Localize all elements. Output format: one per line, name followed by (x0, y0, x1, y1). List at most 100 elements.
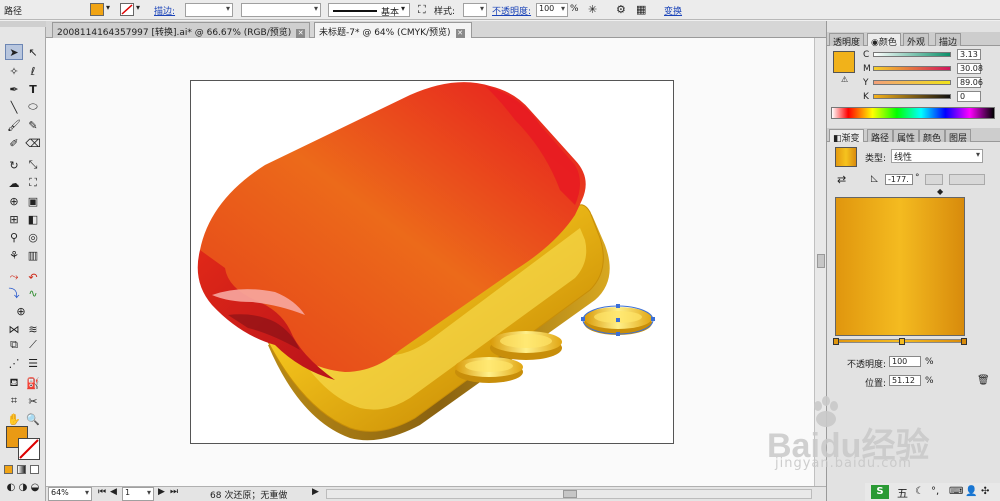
globe-tool-icon[interactable]: ⊕ (12, 303, 30, 319)
gradient-tool-icon[interactable]: ◧ (24, 211, 42, 227)
shape-builder-tool-icon[interactable]: ⊕ (5, 193, 23, 209)
chevron-down-icon[interactable]: ▾ (136, 3, 140, 12)
scroll-thumb[interactable] (563, 490, 577, 498)
column-graph-tool-icon[interactable]: ▥ (24, 247, 42, 263)
scale-tool-icon[interactable]: ⤡ (24, 157, 42, 173)
zoom-dropdown[interactable]: 64% (48, 487, 92, 501)
last-page-icon[interactable]: ⏭ (170, 487, 178, 497)
blob-brush-tool-icon[interactable]: ✐ (5, 135, 23, 151)
close-icon[interactable]: ✕ (455, 29, 465, 38)
horizontal-scrollbar[interactable] (326, 489, 812, 499)
out-of-gamut-icon[interactable]: ⚠ (841, 75, 848, 84)
gradient-stop-mid[interactable] (899, 338, 905, 345)
tab-appearance[interactable]: 外观 (903, 33, 930, 48)
live-paint-bucket-icon[interactable]: ⛾ (5, 375, 23, 391)
close-icon[interactable]: ✕ (296, 29, 306, 38)
recolor-icon[interactable]: ✳ (588, 3, 597, 16)
draw-inside-icon[interactable]: ◒ (26, 479, 44, 495)
graphic-style-dropdown[interactable] (463, 3, 487, 17)
delete-stop-icon[interactable]: 🗑 (977, 375, 990, 386)
envelope-tool-icon[interactable]: ≋ (24, 321, 42, 337)
first-page-icon[interactable]: ⏮ (98, 487, 106, 497)
channel-y-input[interactable]: 89.06 (957, 77, 983, 88)
eraser-tool-icon[interactable]: ⌫ (24, 135, 42, 151)
perspective-grid-tool-icon[interactable]: ⊞ (5, 211, 23, 227)
fill-swatch[interactable] (90, 3, 104, 16)
opacity-input[interactable]: 100 (536, 3, 568, 17)
canvas-area[interactable] (46, 38, 814, 486)
opacity-link[interactable]: 不透明度: (492, 4, 531, 17)
punctuation-icon[interactable]: °, (931, 486, 939, 497)
mesh-tool-icon[interactable]: ⋈ (5, 321, 23, 337)
paint-bucket-icon[interactable]: ⛽ (24, 375, 42, 391)
channel-c-input[interactable]: 3.13 (957, 49, 981, 60)
slice-tool-icon[interactable]: ⟋ (24, 337, 42, 353)
rotate-tool-icon[interactable]: ↻ (5, 157, 23, 173)
variable-width-dropdown[interactable] (241, 3, 321, 17)
stroke-color-box[interactable] (18, 438, 40, 460)
stop-opacity-input[interactable]: 100 (889, 356, 921, 367)
join-tool-icon[interactable]: ⤵ (5, 285, 23, 301)
color-spectrum-bar[interactable] (831, 107, 995, 119)
paintbrush-tool-icon[interactable]: 🖌 (5, 117, 23, 133)
settings-icon[interactable]: ✣ (981, 486, 989, 497)
reshape-tool-icon[interactable]: ↶ (24, 269, 42, 285)
gradient-stop-left[interactable] (833, 338, 839, 345)
color-mode-icon[interactable] (4, 465, 13, 474)
aspect-dropdown[interactable] (949, 174, 985, 185)
list-tool-icon[interactable]: ☰ (24, 355, 42, 371)
graph-tool-icon[interactable]: ⋰ (5, 355, 23, 371)
tab-color-2[interactable]: 颜色 (919, 129, 946, 144)
gradient-type-dropdown[interactable]: 线性 (891, 149, 983, 163)
gradient-stop-right[interactable] (961, 338, 967, 345)
ime-mode-label[interactable]: 五 (897, 485, 908, 501)
status-menu-icon[interactable]: ▶ (312, 487, 319, 497)
tab-layers[interactable]: 图层 (945, 129, 972, 144)
midpoint-diamond-icon[interactable]: ◆ (937, 187, 943, 196)
brush-dropdown[interactable]: 基本 ▾ (328, 3, 410, 18)
tab-gradient[interactable]: ◧渐变 (829, 129, 864, 144)
none-mode-icon[interactable] (30, 465, 39, 474)
width-tool-icon[interactable]: ⤳ (5, 269, 23, 285)
direct-selection-tool-icon[interactable]: ↖ (24, 44, 42, 60)
moon-icon[interactable]: ☾ (915, 486, 924, 497)
blend-tool-icon[interactable]: ◎ (24, 229, 42, 245)
channel-m-input[interactable]: 30.08 (957, 63, 983, 74)
scroll-thumb[interactable] (817, 254, 825, 268)
ellipse-tool-icon[interactable]: ⬭ (24, 99, 42, 115)
keyboard-icon[interactable]: ⌨ (949, 486, 963, 497)
tab-color[interactable]: ◉颜色 (867, 33, 901, 48)
coin-selected-group[interactable] (581, 304, 655, 336)
tools-panel-grip[interactable] (0, 21, 46, 27)
tab-attributes[interactable]: 属性 (893, 129, 920, 144)
next-page-icon[interactable]: ▶ (158, 487, 165, 497)
tab-transparency[interactable]: 透明度 (829, 33, 865, 48)
channel-k-input[interactable]: 0 (957, 91, 981, 102)
free-transform-tool-icon[interactable]: ⛶ (24, 175, 42, 191)
gear-icon[interactable]: ⚙ (616, 3, 626, 16)
hand-tool-icon[interactable]: ✋ (5, 411, 23, 427)
doc-tab-1[interactable]: 2008114164357997 [转换].ai* @ 66.67% (RGB/… (52, 22, 310, 38)
stop-location-input[interactable]: 51.12 (889, 375, 921, 386)
zoom-tool-icon[interactable]: 🔍 (24, 411, 42, 427)
aspect-input[interactable] (925, 174, 943, 185)
chevron-down-icon[interactable]: ▾ (106, 3, 110, 12)
tab-pathfinder[interactable]: 路径 (867, 129, 894, 144)
sogou-ime-icon[interactable]: S (871, 485, 889, 499)
type-tool-icon[interactable]: T (24, 81, 42, 97)
pencil-tool-icon[interactable]: ✎ (24, 117, 42, 133)
user-icon[interactable]: 👤 (965, 486, 977, 497)
stroke-weight-dropdown[interactable] (185, 3, 233, 17)
crop-tool-icon[interactable]: ⌗ (5, 393, 23, 409)
fill-color-preview[interactable] (833, 51, 855, 73)
gradient-preview-swatch[interactable] (835, 147, 857, 167)
artboard-tool-icon[interactable]: ⧉ (5, 337, 23, 353)
tool-options-icon[interactable]: ⛶ (418, 3, 426, 17)
reverse-gradient-icon[interactable]: ⇄ (837, 173, 846, 186)
channel-y-slider[interactable] (873, 80, 951, 85)
gradient-mode-icon[interactable] (17, 465, 26, 474)
page-dropdown[interactable]: 1 (122, 487, 154, 501)
lasso-tool-icon[interactable]: ℓ (24, 63, 42, 79)
wave-tool-icon[interactable]: ∿ (24, 285, 42, 301)
selection-tool-icon[interactable]: ➤ (5, 44, 23, 60)
